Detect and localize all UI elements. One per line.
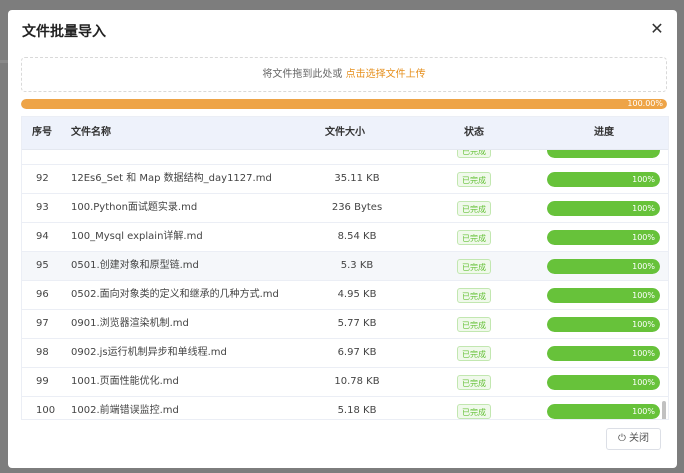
status-badge: 已完成 bbox=[457, 404, 491, 419]
status-badge: 已完成 bbox=[457, 172, 491, 187]
row-progress-label: 100% bbox=[632, 291, 655, 300]
row-filename: 0501.创建对象和原型链.md bbox=[71, 260, 199, 271]
table-row[interactable]: 92 12Es6_Set 和 Map 数据结构_day1127.md 35.11 K… bbox=[22, 165, 668, 194]
overall-progress-label: 100.00% bbox=[627, 99, 663, 108]
row-progress-fill bbox=[547, 149, 660, 158]
select-file-link[interactable]: 点击选择文件上传 bbox=[346, 69, 426, 80]
row-filename: 100_Mysql explain详解.md bbox=[71, 231, 203, 242]
row-progress-label: 100% bbox=[632, 175, 655, 184]
close-button-label: 关闭 bbox=[628, 433, 649, 444]
row-index: 95 bbox=[36, 260, 49, 271]
row-progress-bar: 100% bbox=[547, 288, 660, 303]
table-row[interactable]: 94 100_Mysql explain详解.md 8.54 KB 已完成 100% bbox=[22, 223, 668, 252]
row-filename: 0902.js运行机制异步和单线程.md bbox=[71, 347, 227, 358]
row-index: 100 bbox=[36, 405, 56, 416]
row-index: 97 bbox=[36, 318, 49, 329]
column-status: 状态 bbox=[464, 127, 484, 138]
overall-progress-fill bbox=[21, 99, 667, 109]
status-badge: 已完成 bbox=[457, 346, 491, 361]
row-progress-bar: 100% bbox=[547, 259, 660, 274]
row-index: 94 bbox=[36, 231, 49, 242]
dialog-title: 文件批量导入 bbox=[22, 24, 106, 40]
row-filesize: 6.97 KB bbox=[337, 347, 377, 358]
row-index: 96 bbox=[36, 289, 49, 300]
row-index: 99 bbox=[36, 376, 49, 387]
batch-import-dialog: 文件批量导入 ✕ 将文件拖到此处或 点击选择文件上传 100.00% 序号 文件… bbox=[8, 10, 677, 468]
row-progress-bar bbox=[547, 149, 660, 158]
row-progress-label: 100% bbox=[632, 407, 655, 416]
column-filesize: 文件大小 bbox=[325, 127, 365, 138]
row-index: 98 bbox=[36, 347, 49, 358]
status-badge: 已完成 bbox=[457, 230, 491, 245]
table-body[interactable]: 已完成 92 12Es6_Set 和 Map 数据结构_day1127.md 35.1… bbox=[22, 149, 668, 419]
row-filename: 0502.面向对象类的定义和继承的几种方式.md bbox=[71, 289, 279, 300]
table-header: 序号 文件名称 文件大小 状态 进度 bbox=[22, 117, 668, 150]
row-filename: 12Es6_Set 和 Map 数据结构_day1127.md bbox=[71, 173, 272, 184]
table-row[interactable]: 99 1001.页面性能优化.md 10.78 KB 已完成 100% bbox=[22, 368, 668, 397]
row-progress-label: 100% bbox=[632, 378, 655, 387]
status-badge: 已完成 bbox=[457, 259, 491, 274]
file-table: 序号 文件名称 文件大小 状态 进度 已完成 92 12Es6_Set 和 Map … bbox=[21, 116, 669, 420]
row-progress-bar: 100% bbox=[547, 346, 660, 361]
row-progress-label: 100% bbox=[632, 204, 655, 213]
status-badge: 已完成 bbox=[457, 288, 491, 303]
row-filesize: 10.78 KB bbox=[334, 376, 380, 387]
column-filename: 文件名称 bbox=[71, 127, 111, 138]
dialog-header: 文件批量导入 ✕ bbox=[8, 10, 677, 48]
row-progress-bar: 100% bbox=[547, 201, 660, 216]
row-progress-bar: 100% bbox=[547, 317, 660, 332]
upload-dropzone[interactable]: 将文件拖到此处或 点击选择文件上传 bbox=[21, 57, 667, 92]
row-filesize: 35.11 KB bbox=[334, 173, 380, 184]
status-badge: 已完成 bbox=[457, 149, 491, 158]
row-progress-label: 100% bbox=[632, 320, 655, 329]
status-badge: 已完成 bbox=[457, 201, 491, 216]
table-row[interactable]: 93 100.Python面试题实录.md 236 Bytes 已完成 100% bbox=[22, 194, 668, 223]
background-line bbox=[0, 60, 8, 63]
row-filename: 1002.前端错误监控.md bbox=[71, 405, 179, 416]
table-row[interactable]: 100 1002.前端错误监控.md 5.18 KB 已完成 100% bbox=[22, 397, 668, 419]
overall-progress-bar: 100.00% bbox=[21, 99, 667, 109]
dropzone-text: 将文件拖到此处或 bbox=[262, 69, 343, 80]
status-badge: 已完成 bbox=[457, 375, 491, 390]
row-filesize: 5.3 KB bbox=[340, 260, 374, 271]
row-progress-bar: 100% bbox=[547, 230, 660, 245]
row-filesize: 236 Bytes bbox=[331, 202, 383, 213]
row-index: 93 bbox=[36, 202, 49, 213]
table-scrollbar[interactable] bbox=[662, 401, 666, 419]
row-progress-label: 100% bbox=[632, 262, 655, 271]
row-filesize: 5.77 KB bbox=[337, 318, 377, 329]
table-row[interactable]: 96 0502.面向对象类的定义和继承的几种方式.md 4.95 KB 已完成 100% bbox=[22, 281, 668, 310]
close-button[interactable]: ⏻ 关闭 bbox=[606, 428, 661, 450]
row-progress-bar: 100% bbox=[547, 172, 660, 187]
row-filesize: 5.18 KB bbox=[337, 405, 377, 416]
table-row[interactable]: 已完成 bbox=[22, 149, 668, 165]
row-filesize: 8.54 KB bbox=[337, 231, 377, 242]
row-progress-bar: 100% bbox=[547, 375, 660, 390]
close-icon[interactable]: ✕ bbox=[647, 19, 667, 39]
row-progress-label: 100% bbox=[632, 233, 655, 242]
table-row[interactable]: 97 0901.浏览器渲染机制.md 5.77 KB 已完成 100% bbox=[22, 310, 668, 339]
status-badge: 已完成 bbox=[457, 317, 491, 332]
table-row[interactable]: 95 0501.创建对象和原型链.md 5.3 KB 已完成 100% bbox=[22, 252, 668, 281]
column-progress: 进度 bbox=[594, 127, 614, 138]
table-row[interactable]: 98 0902.js运行机制异步和单线程.md 6.97 KB 已完成 100% bbox=[22, 339, 668, 368]
row-index: 92 bbox=[36, 173, 49, 184]
column-index: 序号 bbox=[32, 127, 52, 138]
row-filename: 1001.页面性能优化.md bbox=[71, 376, 179, 387]
row-filename: 0901.浏览器渲染机制.md bbox=[71, 318, 189, 329]
power-icon: ⏻ bbox=[618, 433, 626, 444]
row-progress-bar: 100% bbox=[547, 404, 660, 419]
row-filename: 100.Python面试题实录.md bbox=[71, 202, 198, 213]
row-progress-label: 100% bbox=[632, 349, 655, 358]
row-filesize: 4.95 KB bbox=[337, 289, 377, 300]
